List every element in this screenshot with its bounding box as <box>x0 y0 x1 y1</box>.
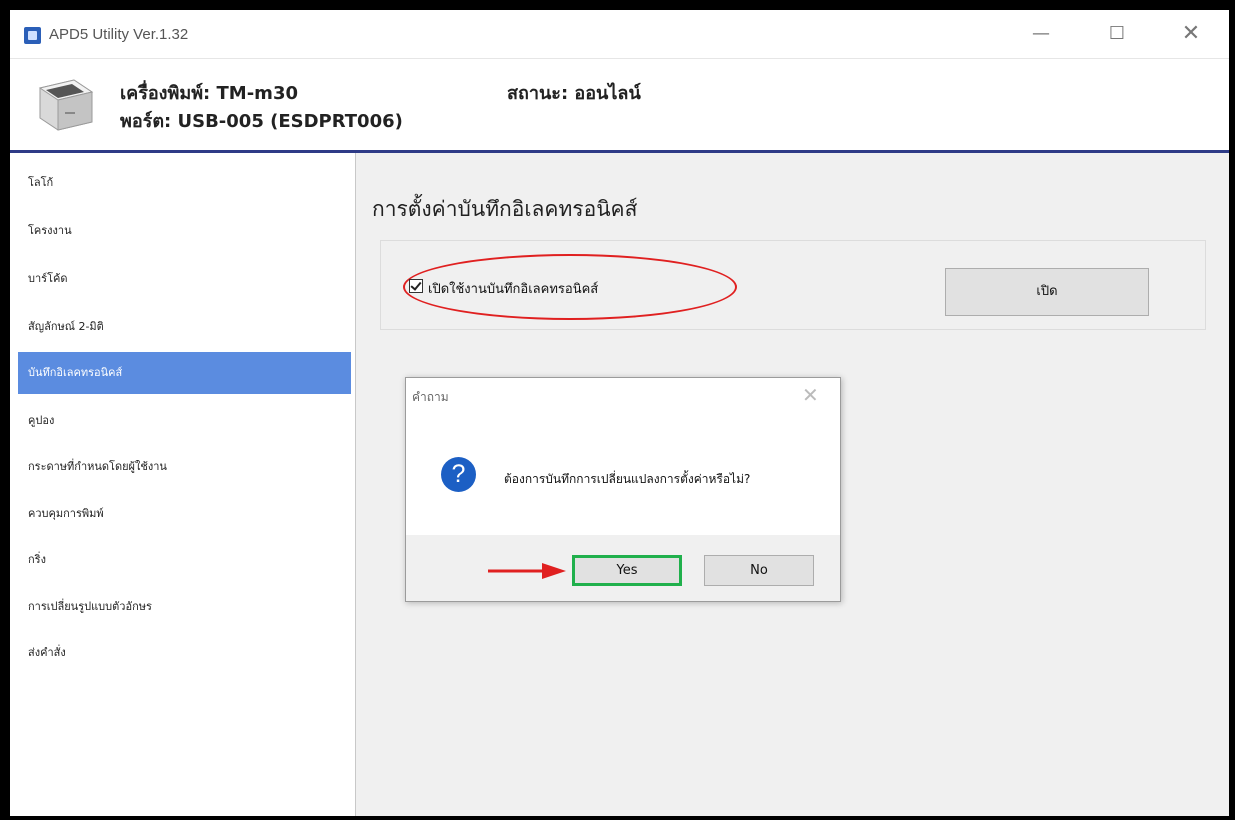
sidebar-item-layout[interactable]: โครงงาน <box>18 210 351 252</box>
sidebar-item-print-control[interactable]: ควบคุมการพิมพ์ <box>18 493 351 535</box>
minimize-button[interactable]: — <box>1018 16 1064 52</box>
dialog-footer: Yes No <box>406 535 840 601</box>
red-arrow-icon <box>488 563 566 579</box>
sidebar-item-font-replacement[interactable]: การเปลี่ยนรูปแบบตัวอักษร <box>18 586 351 628</box>
app-window: APD5 Utility Ver.1.32 — ☐ ✕ เครื่องพิมพ์… <box>10 10 1229 816</box>
page-title: การตั้งค่าบันทึกอิเลคทรอนิคส์ <box>372 197 638 221</box>
printer-port: พอร์ต: USB-005 (ESDPRT006) <box>120 111 403 132</box>
dialog-title: คำถาม <box>412 390 449 404</box>
printer-icon <box>38 79 94 131</box>
dialog-message: ต้องการบันทึกการเปลี่ยนแปลงการตั้งค่าหรื… <box>504 472 751 486</box>
settings-group: เปิดใช้งานบันทึกอิเลคทรอนิคส์ เปิด <box>380 240 1206 330</box>
yes-button[interactable]: Yes <box>572 555 682 586</box>
question-icon: ? <box>441 457 476 492</box>
sidebar: โลโก้ โครงงาน บาร์โค้ด สัญลักษณ์ 2-มิติ … <box>10 153 356 816</box>
printer-name: เครื่องพิมพ์: TM-m30 <box>120 83 298 104</box>
enable-journal-checkbox[interactable] <box>409 279 423 293</box>
sidebar-item-user-paper[interactable]: กระดาษที่กำหนดโดยผู้ใช้งาน <box>18 446 351 488</box>
open-button[interactable]: เปิด <box>945 268 1149 316</box>
sidebar-item-electronic-journal[interactable]: บันทึกอิเลคทรอนิคส์ <box>18 352 351 394</box>
app-icon <box>24 27 41 44</box>
sidebar-item-buzzer[interactable]: กริ่ง <box>18 539 351 581</box>
no-button[interactable]: No <box>704 555 814 586</box>
window-title: APD5 Utility Ver.1.32 <box>49 26 189 43</box>
sidebar-item-coupon[interactable]: คูปอง <box>18 400 351 442</box>
dialog-close-icon[interactable]: ✕ <box>802 383 819 407</box>
printer-status: สถานะ: ออนไลน์ <box>507 83 641 104</box>
sidebar-item-send-command[interactable]: ส่งคำสั่ง <box>18 632 351 674</box>
confirm-dialog: คำถาม ✕ ? ต้องการบันทึกการเปลี่ยนแปลงการ… <box>405 377 841 602</box>
sidebar-item-barcode[interactable]: บาร์โค้ด <box>18 258 351 300</box>
sidebar-item-2d-symbol[interactable]: สัญลักษณ์ 2-มิติ <box>18 306 351 348</box>
close-button[interactable]: ✕ <box>1168 16 1214 52</box>
sidebar-item-logo[interactable]: โลโก้ <box>18 162 351 204</box>
maximize-button[interactable]: ☐ <box>1094 16 1140 52</box>
enable-journal-label[interactable]: เปิดใช้งานบันทึกอิเลคทรอนิคส์ <box>428 278 598 299</box>
title-bar: APD5 Utility Ver.1.32 — ☐ ✕ <box>10 10 1229 59</box>
